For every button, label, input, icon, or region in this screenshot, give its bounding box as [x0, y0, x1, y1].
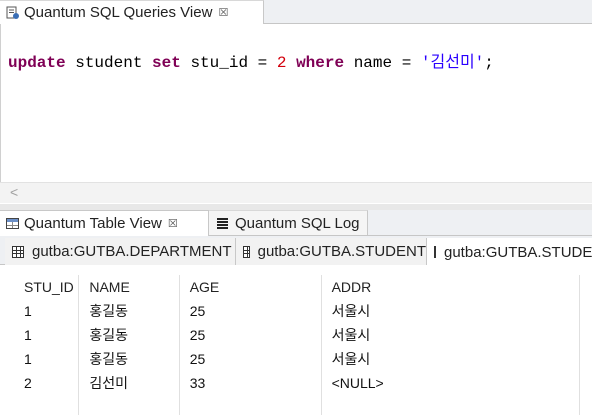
table-view-icon — [6, 218, 19, 229]
table-grid-icon — [434, 246, 436, 258]
sql-log-icon — [217, 217, 228, 229]
cell-age[interactable]: 25 — [179, 323, 322, 347]
tab-quantum-sql-queries-view[interactable]: Quantum SQL Queries View ☒ — [0, 0, 264, 24]
subtab-label: gutba:GUTBA.STUDENT — [257, 243, 426, 260]
subtab-label: gutba:GUTBA.DEPARTMENT — [32, 243, 232, 260]
cell-stu-id[interactable]: 2 — [14, 371, 80, 395]
tab-quantum-sql-log[interactable]: Quantum SQL Log — [209, 210, 368, 235]
table-grid-icon — [243, 245, 250, 258]
close-icon[interactable]: ☒ — [168, 217, 178, 230]
results-table[interactable]: STU_ID NAME AGE ADDR 1 홍길동 25 서울시 1 홍길동 … — [14, 275, 581, 415]
column-header-addr[interactable]: ADDR — [321, 275, 581, 299]
cell-addr[interactable]: 서울시 — [321, 299, 581, 323]
cell-name[interactable]: 홍길동 — [78, 323, 180, 347]
top-tab-bar: Quantum SQL Queries View ☒ — [0, 0, 592, 24]
cell-age[interactable]: 25 — [179, 299, 322, 323]
sql-editor[interactable]: update student set stu_id = 2 where name… — [0, 24, 592, 182]
cell-addr[interactable]: 서울시 — [321, 347, 581, 371]
cell-name[interactable]: 홍길동 — [78, 347, 180, 371]
sql-keyword-set: set — [152, 54, 181, 72]
tab-label: Quantum SQL Queries View — [24, 4, 213, 21]
sql-query-icon — [6, 6, 20, 20]
subtab-student[interactable]: gutba:GUTBA.STUDENT — [236, 238, 427, 265]
table-subtab-bar: gutba:GUTBA.DEPARTMENT gutba:GUTBA.STUDE… — [0, 236, 592, 266]
cell-addr[interactable]: <NULL> — [321, 371, 581, 395]
close-icon[interactable]: ☒ — [218, 6, 228, 19]
cell-stu-id[interactable]: 1 — [14, 347, 80, 371]
results-grid[interactable]: STU_ID NAME AGE ADDR 1 홍길동 25 서울시 1 홍길동 … — [14, 275, 592, 415]
cell-name[interactable]: 홍길동 — [78, 299, 180, 323]
sql-statement[interactable]: update student set stu_id = 2 where name… — [8, 48, 494, 72]
column-header-stu-id[interactable]: STU_ID — [14, 275, 80, 299]
quantum-table-view-panel: Quantum Table View ☒ Quantum SQL Log gut… — [0, 210, 592, 415]
table-grid-icon — [12, 245, 24, 258]
cell-addr[interactable]: 서울시 — [321, 323, 581, 347]
cell-name[interactable]: 김선미 — [78, 371, 180, 395]
column-header-age[interactable]: AGE — [179, 275, 322, 299]
tab-quantum-table-view[interactable]: Quantum Table View ☒ — [0, 210, 209, 236]
cell-age[interactable]: 33 — [179, 371, 322, 395]
bottom-tab-bar: Quantum Table View ☒ Quantum SQL Log — [0, 210, 592, 236]
sql-text: ; — [484, 54, 494, 72]
sql-keyword-where: where — [296, 54, 345, 72]
sql-keyword-update: update — [8, 54, 66, 72]
sql-text: student — [65, 54, 153, 72]
table-row[interactable]: 2 김선미 33 <NULL> — [14, 371, 581, 395]
subtab-department[interactable]: gutba:GUTBA.DEPARTMENT — [5, 238, 236, 265]
cell-stu-id[interactable]: 1 — [14, 323, 80, 347]
column-header-name[interactable]: NAME — [78, 275, 180, 299]
cell-stu-id[interactable]: 1 — [14, 299, 80, 323]
table-row[interactable]: 1 홍길동 25 서울시 — [14, 347, 581, 371]
sql-text: name = — [344, 54, 421, 72]
cell-age[interactable]: 25 — [179, 347, 322, 371]
sql-text: stu_id = — [180, 54, 277, 72]
tab-label: Quantum Table View — [24, 215, 162, 232]
sql-string: '김선미' — [420, 54, 485, 72]
subtab-student-active[interactable]: gutba:GUTBA.STUDENT — [427, 238, 592, 266]
sql-queries-view: Quantum SQL Queries View ☒ update studen… — [0, 0, 592, 206]
table-row[interactable]: 1 홍길동 25 서울시 — [14, 323, 581, 347]
table-row-empty — [14, 395, 581, 415]
tab-label: Quantum SQL Log — [235, 214, 360, 232]
table-row[interactable]: 1 홍길동 25 서울시 — [14, 299, 581, 323]
scroll-left-icon[interactable]: < — [10, 184, 18, 200]
header-row: STU_ID NAME AGE ADDR — [14, 275, 581, 299]
subtab-label: gutba:GUTBA.STUDENT — [444, 243, 592, 261]
horizontal-scrollbar[interactable]: < — [0, 182, 592, 203]
